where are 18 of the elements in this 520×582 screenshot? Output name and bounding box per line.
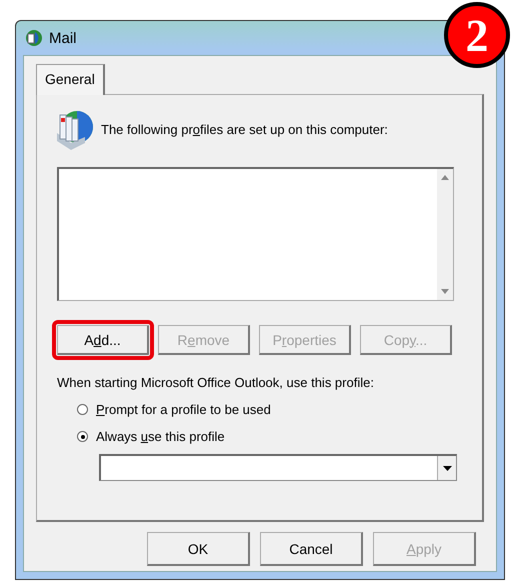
profiles-list[interactable] — [57, 167, 454, 301]
window-title: Mail — [49, 30, 77, 46]
dialog-button[interactable]: OK — [147, 532, 250, 566]
radio-label[interactable]: Prompt for a profile to be used — [96, 402, 271, 417]
scroll-up-arrow-icon[interactable] — [441, 175, 449, 180]
tab[interactable]: General — [36, 64, 105, 95]
radio-button[interactable] — [77, 404, 88, 415]
mail-globe-icon — [25, 29, 43, 47]
dialog-button[interactable]: Cancel — [260, 532, 363, 566]
profile-dropdown[interactable] — [99, 454, 457, 481]
scrollbar[interactable] — [437, 169, 453, 300]
startup-label: When starting Microsoft Office Outlook, use this profile: — [57, 375, 375, 390]
step-number-badge: 2 — [444, 2, 510, 68]
dropdown-arrow-icon[interactable] — [442, 466, 452, 470]
profiles-intro-text: The following profiles are set up on this computer: — [101, 122, 388, 136]
radio-button[interactable] — [77, 431, 88, 442]
scroll-down-arrow-icon[interactable] — [441, 289, 449, 294]
radio-label[interactable]: Always use this profile — [96, 429, 225, 444]
